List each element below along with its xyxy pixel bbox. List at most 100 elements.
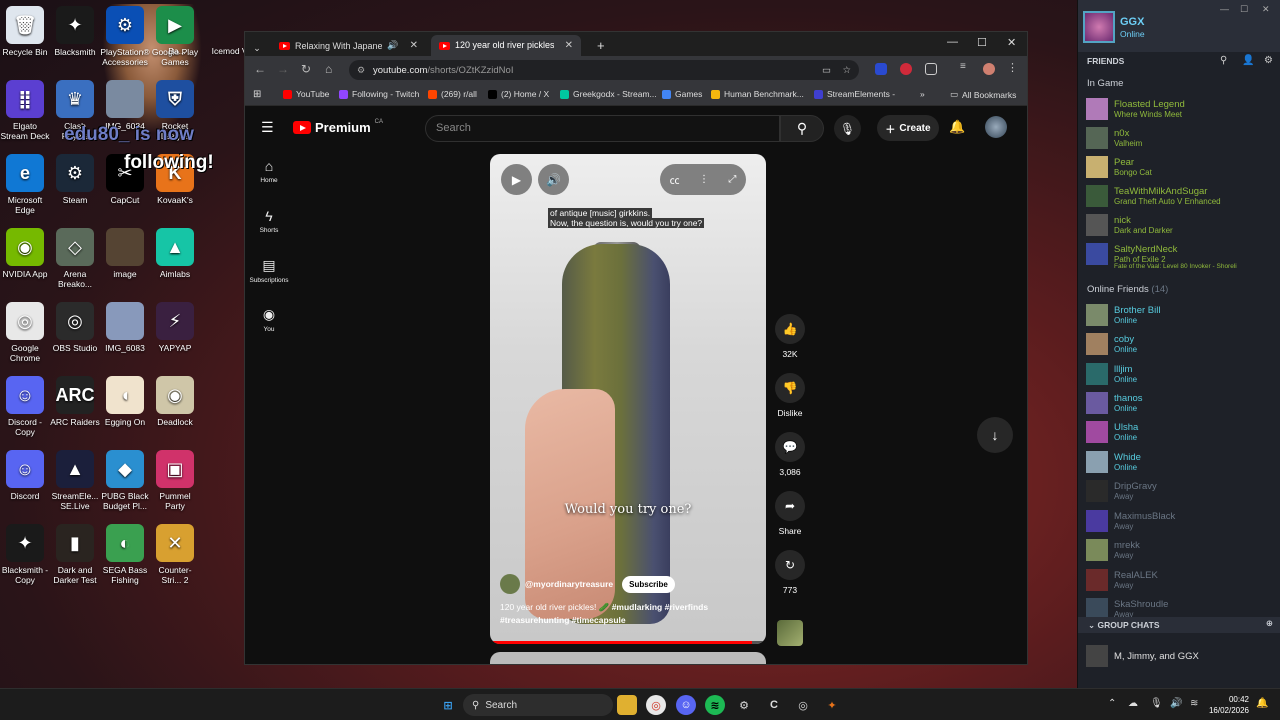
discord-taskbar-icon[interactable]: ☺ [676, 695, 696, 715]
desktop-icon[interactable]: image [100, 228, 150, 279]
steam-minimize-icon[interactable]: — [1220, 4, 1229, 14]
friend-item[interactable]: Ulsha Online [1086, 419, 1276, 447]
steam-username[interactable]: GGX [1120, 16, 1144, 28]
chrome-taskbar-icon[interactable]: ◎ [646, 695, 666, 715]
like-button[interactable]: 👍 32K [772, 314, 808, 359]
channel-name[interactable]: @myordinarytreasure [525, 579, 613, 589]
app-taskbar-icon[interactable]: C [764, 695, 784, 715]
file-explorer-icon[interactable] [617, 695, 637, 715]
group-chat-item[interactable]: M, Jimmy, and GGX [1086, 645, 1199, 667]
tray-wifi-icon[interactable]: ≋ [1190, 698, 1198, 709]
tab-relaxing[interactable]: Relaxing With Japanese Bar 🔊 ✕ [271, 35, 426, 56]
more-options-icon[interactable]: ⋮ [699, 174, 709, 185]
desktop-icon[interactable]: ◉ NVIDIA App [0, 228, 50, 279]
new-tab-button[interactable]: + [589, 35, 613, 56]
maximize-icon[interactable]: ☐ [977, 36, 987, 49]
friend-item[interactable]: RealALEK Away [1086, 567, 1276, 595]
desktop-icon[interactable]: ◎ OBS Studio [50, 302, 100, 353]
extensions-icon[interactable] [925, 63, 937, 75]
desktop-icon[interactable]: ◉ Deadlock [150, 376, 200, 427]
taskbar-search[interactable]: ⚲ Search [463, 694, 613, 716]
tray-volume-icon[interactable]: 🔊 [1170, 698, 1182, 709]
desktop-icon[interactable]: ◇ Arena Breako... [50, 228, 100, 289]
desktop-icon[interactable]: ⣿ Elgato Stream Deck [0, 80, 50, 141]
notifications-icon[interactable]: 🔔 [1256, 698, 1268, 709]
forward-icon[interactable]: → [277, 62, 289, 76]
channel-avatar[interactable] [500, 574, 520, 594]
profile-avatar[interactable] [983, 63, 995, 75]
desktop-icon[interactable]: ☺ Discord [0, 450, 50, 501]
desktop-icon[interactable]: ▲ Aimlabs [150, 228, 200, 279]
bookmark-item[interactable]: YouTube [283, 89, 329, 99]
friend-item[interactable]: coby Online [1086, 331, 1276, 359]
bookmark-item[interactable]: Greekgodx - Stream... [560, 89, 657, 99]
minimize-icon[interactable]: — [947, 36, 958, 48]
bookmark-item[interactable]: StreamElements - [814, 89, 895, 99]
bookmark-item[interactable]: Following - Twitch [339, 89, 419, 99]
desktop-icon[interactable]: ✕ Counter-Stri... 2 [150, 524, 200, 585]
bookmark-item[interactable]: Human Benchmark... [711, 89, 804, 99]
desktop-icon[interactable]: ◎ Google Chrome [0, 302, 50, 363]
blacksmith-taskbar-icon[interactable]: ✦ [822, 695, 842, 715]
friend-search-icon[interactable]: ⚲ [1220, 55, 1227, 66]
desktop-icon[interactable]: 🗑 Recycle Bin [0, 6, 50, 57]
apps-grid-icon[interactable]: ⊞ [253, 89, 261, 100]
extension-blue-icon[interactable] [875, 63, 887, 75]
desktop-icon[interactable]: ⚙ PlayStation® Accessories [100, 6, 150, 67]
close-tab-icon[interactable]: ✕ [410, 40, 418, 51]
bookmark-item[interactable]: Games [662, 89, 702, 99]
friend-item[interactable]: nick Dark and Darker [1086, 212, 1276, 240]
share-button[interactable]: ➦ Share [772, 491, 808, 536]
remix-button[interactable]: ↻ 773 [772, 550, 808, 595]
desktop-icon[interactable]: ◐ SEGA Bass Fishing [100, 524, 150, 585]
bookmarks-overflow-icon[interactable]: » [920, 89, 925, 99]
windows-start-icon[interactable]: ⊞ [438, 695, 458, 715]
sidebar-item-you[interactable]: ◉ You [245, 306, 293, 333]
desktop-icon[interactable]: ▶ Google Play Games [150, 6, 200, 67]
obs-taskbar-icon[interactable]: ◎ [793, 695, 813, 715]
desktop-icon[interactable]: IMG_6083 [100, 302, 150, 353]
friend-item[interactable]: Whide Online [1086, 449, 1276, 477]
desktop-icon[interactable]: ARC ARC Raiders [50, 376, 100, 427]
media-control-icon[interactable]: ≡ [960, 61, 972, 73]
friend-item[interactable]: llljim Online [1086, 361, 1276, 389]
steam-taskbar-icon[interactable]: ⚙ [734, 695, 754, 715]
bookmark-item[interactable]: (2) Home / X [488, 89, 549, 99]
search-input[interactable]: Search [425, 115, 780, 142]
steam-close-icon[interactable]: ✕ [1262, 4, 1270, 15]
account-avatar[interactable] [985, 116, 1007, 138]
close-tab-icon[interactable]: ✕ [565, 40, 573, 51]
desktop-icon[interactable]: ⚙ Steam [50, 154, 100, 205]
notifications-bell-icon[interactable]: 🔔 [949, 119, 965, 135]
desktop-icon[interactable]: ☺ Discord - Copy [0, 376, 50, 437]
voice-search-button[interactable]: 🎙 [834, 115, 861, 142]
friends-settings-icon[interactable]: ⚙ [1264, 55, 1273, 66]
friend-item[interactable]: DripGravy Away [1086, 478, 1276, 506]
fullscreen-icon[interactable]: ⤢ [728, 174, 736, 185]
desktop-icon[interactable]: e Microsoft Edge [0, 154, 50, 215]
play-button[interactable]: ▶ [501, 164, 532, 195]
volume-button[interactable]: 🔊 [538, 164, 569, 195]
hamburger-menu-icon[interactable]: ☰ [261, 119, 274, 136]
subscribe-button[interactable]: Subscribe [622, 575, 675, 593]
add-friend-icon[interactable]: 👤 [1242, 55, 1254, 66]
sidebar-item-shorts[interactable]: ϟ Shorts [245, 208, 293, 234]
all-bookmarks[interactable]: ▭ All Bookmarks [950, 89, 1016, 100]
reload-icon[interactable]: ↻ [301, 62, 311, 76]
home-icon[interactable]: ⌂ [325, 62, 332, 76]
bookmark-star-icon[interactable]: ☆ [842, 65, 851, 76]
online-friends-header[interactable]: Online Friends (14) [1087, 284, 1168, 295]
youtube-logo[interactable]: Premium CA [293, 119, 383, 135]
back-icon[interactable]: ← [254, 62, 266, 76]
sidebar-item-subscriptions[interactable]: ▤ Subscriptions [245, 257, 293, 284]
extension-red-icon[interactable] [900, 63, 912, 75]
steam-maximize-icon[interactable]: ☐ [1240, 4, 1248, 15]
desktop-icon[interactable]: ▲ StreamEle... SE.Live [50, 450, 100, 511]
friend-item[interactable]: thanos Online [1086, 390, 1276, 418]
video-title[interactable]: 120 year old river pickles! 🥒 #mudlarkin… [500, 601, 750, 627]
bookmark-item[interactable]: (269) r/all [428, 89, 477, 99]
spotify-taskbar-icon[interactable]: ≋ [705, 695, 725, 715]
menu-dots-icon[interactable]: ⋮ [1007, 61, 1019, 74]
desktop-icon[interactable]: ◖ Egging On [100, 376, 150, 427]
friend-item[interactable]: mrekk Away [1086, 537, 1276, 565]
